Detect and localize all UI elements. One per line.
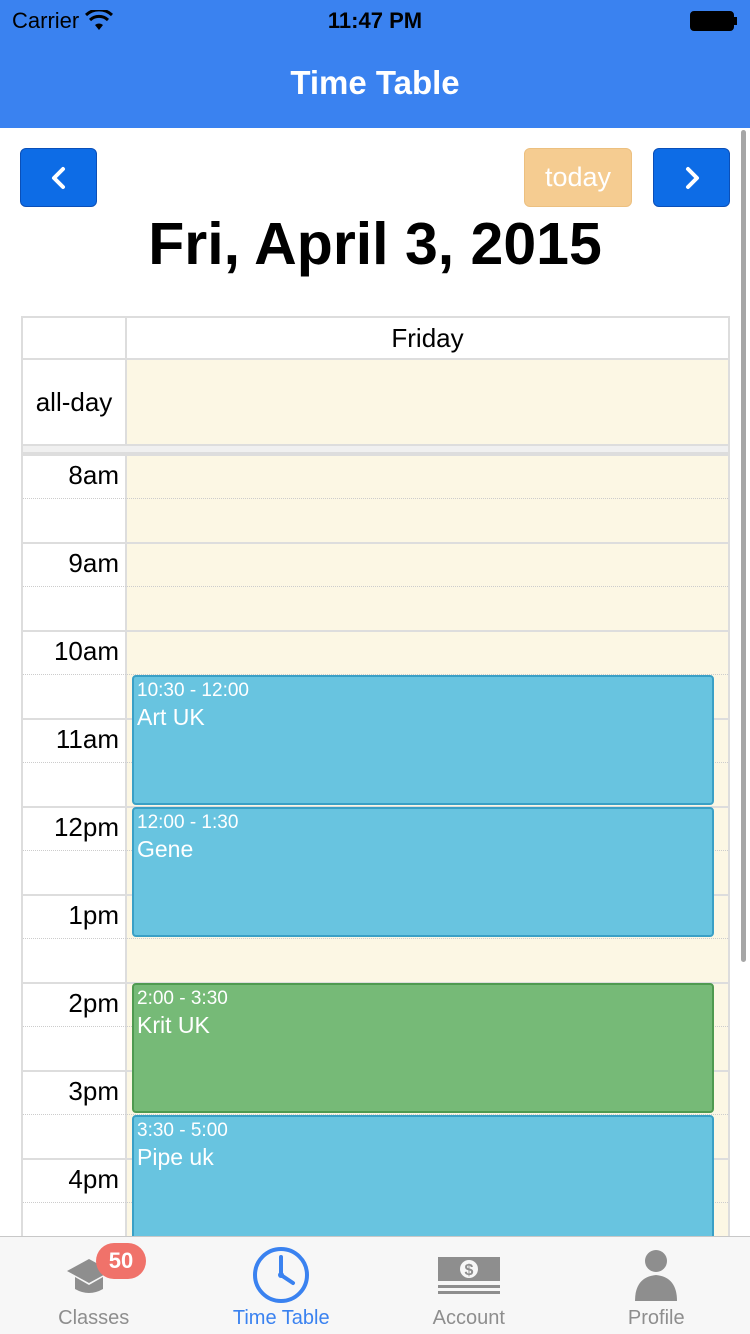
allday-divider bbox=[23, 446, 728, 454]
battery-icon bbox=[690, 11, 737, 31]
money-icon: $ bbox=[437, 1257, 500, 1294]
person-icon bbox=[635, 1250, 678, 1301]
event-time: 2:00 - 3:30 bbox=[137, 988, 228, 1009]
half-hour-line bbox=[23, 498, 728, 499]
tab-label: Classes bbox=[58, 1307, 130, 1329]
event-title: Art UK bbox=[137, 704, 205, 730]
hour-label: 4pm bbox=[68, 1164, 119, 1194]
time-grid: 8am 9am 10am 11am 12pm 1pm 2pm 3pm 4pm 10:30 - 1… bbox=[23, 454, 728, 1236]
tab-profile[interactable]: Profile bbox=[563, 1237, 750, 1334]
status-bar: Carrier 11:47 PM bbox=[0, 0, 750, 40]
event-card[interactable]: 2:00 - 3:30 Krit UK bbox=[132, 983, 714, 1113]
status-time: 11:47 PM bbox=[327, 8, 423, 33]
event-title: Krit UK bbox=[137, 1012, 210, 1038]
header-gutter bbox=[23, 318, 127, 358]
hour-line bbox=[23, 630, 728, 632]
allday-row: all-day bbox=[23, 360, 728, 446]
half-hour-line bbox=[23, 938, 728, 939]
chevron-left-icon bbox=[51, 166, 65, 189]
tab-label: Profile bbox=[627, 1307, 685, 1329]
chevron-right-icon bbox=[685, 166, 699, 189]
next-day-button[interactable] bbox=[653, 148, 730, 207]
svg-text:$: $ bbox=[464, 1262, 473, 1279]
calendar-header: Friday bbox=[23, 318, 728, 360]
event-card[interactable]: 3:30 - 5:00 Pipe uk bbox=[132, 1115, 714, 1236]
event-time: 12:00 - 1:30 bbox=[137, 812, 239, 833]
timetable-content[interactable]: today Fri, April 3, 2015 Friday all-day … bbox=[0, 128, 750, 1236]
event-title: Gene bbox=[137, 836, 194, 862]
hour-label: 2pm bbox=[68, 988, 119, 1018]
previous-day-button[interactable] bbox=[20, 148, 97, 207]
day-calendar: Friday all-day 8am 9am 10am 11am 12pm 1pm 2pm 3… bbox=[21, 316, 730, 1236]
tab-time-table[interactable]: Time Table bbox=[188, 1237, 376, 1334]
tab-account[interactable]: $ Account bbox=[375, 1237, 563, 1334]
classes-badge: 50 bbox=[96, 1243, 146, 1279]
allday-cell[interactable] bbox=[127, 360, 728, 444]
tab-label: Account bbox=[432, 1307, 505, 1329]
hour-label: 12pm bbox=[53, 812, 119, 842]
day-header: Friday bbox=[391, 323, 464, 353]
tab-classes[interactable]: 50 Classes bbox=[0, 1237, 188, 1334]
hour-label: 3pm bbox=[68, 1076, 119, 1106]
hour-label: 11am bbox=[55, 724, 119, 754]
event-time: 10:30 - 12:00 bbox=[137, 680, 249, 701]
tab-bar: 50 Classes Time Table $ Account Profile bbox=[0, 1236, 750, 1334]
date-title: Fri, April 3, 2015 bbox=[148, 211, 602, 277]
clock-icon bbox=[253, 1247, 310, 1303]
vertical-scrollbar[interactable] bbox=[741, 130, 746, 962]
hour-label: 9am bbox=[68, 548, 119, 578]
today-button[interactable]: today bbox=[524, 148, 632, 207]
event-title: Pipe uk bbox=[137, 1144, 214, 1170]
event-time: 3:30 - 5:00 bbox=[137, 1120, 228, 1141]
event-card[interactable]: 12:00 - 1:30 Gene bbox=[132, 807, 714, 937]
hour-label: 1pm bbox=[68, 900, 119, 930]
hour-label: 10am bbox=[53, 636, 119, 666]
allday-label: all-day bbox=[23, 360, 127, 444]
page-title: Time Table bbox=[290, 64, 460, 101]
half-hour-line bbox=[23, 586, 728, 587]
hour-line bbox=[23, 454, 728, 456]
hour-label: 8am bbox=[68, 460, 119, 490]
event-card[interactable]: 10:30 - 12:00 Art UK bbox=[132, 675, 714, 805]
nav-bar: Carrier 11:47 PM Time Table bbox=[0, 0, 750, 128]
tab-label: Time Table bbox=[232, 1307, 330, 1329]
hour-line bbox=[23, 542, 728, 544]
